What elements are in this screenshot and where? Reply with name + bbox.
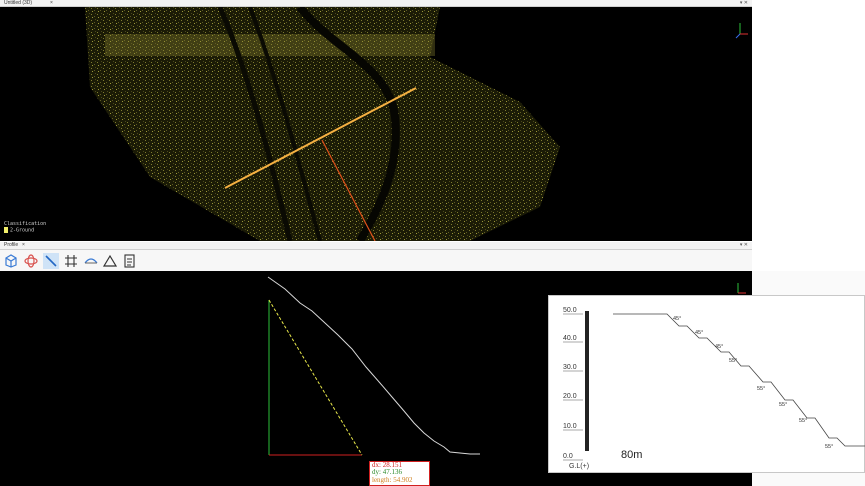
angle-label: 55°	[729, 358, 737, 364]
angle-label: 55°	[779, 402, 787, 408]
angle-label: 45°	[715, 344, 723, 350]
axis-gizmo-icon	[737, 283, 746, 294]
measure-length-line	[268, 299, 363, 456]
cube-icon[interactable]	[3, 253, 19, 269]
angle-label: 55°	[757, 386, 765, 392]
measurement-box: dx: 28.151 dy: 47.136 length: 54.902	[369, 461, 430, 486]
y-tick: 0.0	[563, 453, 573, 460]
section-icon[interactable]	[83, 253, 99, 269]
classification-legend: Classification 2-Ground	[4, 220, 47, 233]
legend-swatch	[4, 226, 8, 233]
elevation-scale-bar	[585, 311, 589, 451]
y-tick: 50.0	[563, 307, 577, 314]
profile-tab-bar: Profile × ▾ ✕	[0, 242, 752, 250]
y-tick: 20.0	[563, 393, 577, 400]
tab-3d-view[interactable]: Untitled (3D)	[4, 0, 32, 6]
axis-gizmo-icon	[735, 23, 748, 39]
bright-band	[105, 34, 435, 56]
y-tick: 40.0	[563, 335, 577, 342]
measure-line-icon[interactable]	[43, 253, 59, 269]
point-cloud-view[interactable]: Classification 2-Ground	[0, 7, 752, 241]
angle-icon[interactable]	[102, 253, 118, 269]
legend-item-label: 2-Ground	[10, 227, 35, 233]
y-tick: 30.0	[563, 364, 577, 371]
report-icon[interactable]	[121, 253, 137, 269]
angle-label: 55°	[799, 418, 807, 424]
close-icon[interactable]: ×	[22, 242, 25, 249]
legend-title: Classification	[4, 220, 47, 227]
close-icon[interactable]: ×	[50, 0, 53, 6]
window-controls[interactable]: ▾ ✕	[740, 0, 748, 6]
profile-toolbar	[0, 250, 752, 271]
angle-label: 55°	[825, 444, 833, 450]
angle-label: 45°	[673, 316, 681, 322]
width-label: 80m	[621, 449, 642, 461]
slope-profile	[613, 313, 865, 447]
terrain-profile	[267, 276, 480, 455]
orbit-icon[interactable]	[23, 253, 39, 269]
window-controls[interactable]: ▾ ✕	[740, 242, 748, 248]
top-tab-bar: Untitled (3D) × ▾ ✕	[0, 0, 752, 7]
reference-slope-diagram: 50.0 40.0 30.0 20.0 10.0 0.0 G.L(+) 80m …	[548, 295, 865, 473]
grid-icon[interactable]	[63, 253, 79, 269]
tab-profile[interactable]: Profile	[4, 242, 18, 249]
ground-label: G.L(+)	[569, 463, 589, 470]
y-tick: 10.0	[563, 423, 577, 430]
measure-length: length: 54.902	[372, 475, 413, 484]
angle-label: 45°	[695, 330, 703, 336]
legend-item: 2-Ground	[4, 226, 46, 233]
point-cloud-canvas	[85, 7, 748, 241]
